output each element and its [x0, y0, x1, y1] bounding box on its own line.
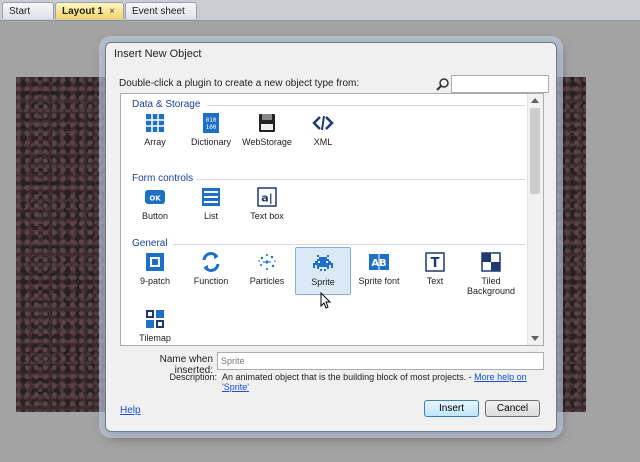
plugin-label: 9-patch [139, 276, 171, 286]
tab-layout-1[interactable]: Layout 1 × [55, 2, 124, 19]
plugin-tiled-background[interactable]: Tiled Background [463, 247, 519, 299]
plugin-label: Array [144, 137, 166, 147]
sprite-icon [313, 255, 333, 271]
icon-glyph: a| [261, 192, 272, 205]
icon-glyph: OK [149, 195, 161, 203]
plugin-function[interactable]: Function [183, 247, 239, 295]
plugin-label: WebStorage [242, 137, 292, 147]
insert-button[interactable]: Insert [424, 400, 479, 417]
help-link[interactable]: Help [120, 405, 141, 416]
xml-icon [312, 115, 334, 131]
insert-new-object-dialog: Insert New Object Double-click a plugin … [105, 42, 557, 432]
description-label: Description: [169, 372, 217, 382]
svg-text:010: 010 [206, 117, 217, 124]
scrollbar-thumb[interactable] [530, 108, 540, 194]
text-icon: T [425, 252, 445, 272]
function-icon [202, 252, 220, 272]
tab-label: Layout 1 [62, 6, 104, 17]
scroll-up-icon[interactable] [531, 98, 539, 103]
scroll-down-icon[interactable] [531, 336, 539, 341]
plugin-dictionary[interactable]: 010 100 Dictionary [183, 108, 239, 156]
plugin-label: Text box [250, 211, 284, 221]
nine-patch-icon [146, 253, 164, 271]
dictionary-icon: 010 100 [203, 113, 219, 133]
plugin-label: Sprite font [358, 276, 400, 286]
divider [173, 244, 525, 245]
description-text: An animated object that is the building … [222, 372, 467, 382]
plugin-label: Particles [249, 276, 285, 286]
plugin-array[interactable]: Array [127, 108, 183, 156]
webstorage-icon [259, 114, 275, 132]
mouse-pointer-icon [320, 292, 332, 309]
plugin-label: Function [193, 276, 229, 286]
plugin-label: Tiled Background [466, 276, 516, 296]
svg-text:100: 100 [206, 124, 217, 131]
plugin-label: Sprite [311, 277, 335, 287]
tab-event-sheet-1[interactable]: Event sheet 1 [125, 2, 197, 34]
plugin-9-patch[interactable]: 9-patch [127, 247, 183, 295]
divider [207, 105, 525, 106]
button-icon: OK [145, 190, 165, 204]
search-icon [436, 78, 449, 91]
textbox-icon: a| [257, 187, 277, 207]
plugin-label: Dictionary [190, 137, 231, 147]
name-when-inserted-input[interactable] [217, 352, 544, 370]
plugin-text[interactable]: T Text [407, 247, 463, 295]
plugin-xml[interactable]: XML [295, 108, 351, 156]
tilemap-icon [146, 310, 164, 328]
instruction-text: Double-click a plugin to create a new ob… [119, 78, 360, 89]
sprite-font-icon: AB [369, 254, 389, 270]
plugin-tilemap[interactable]: Tilemap [127, 304, 183, 345]
plugin-text-box[interactable]: a| Text box [239, 182, 295, 230]
plugin-label: Button [141, 211, 169, 221]
plugin-particles[interactable]: Particles [239, 247, 295, 295]
plugin-sprite-font[interactable]: AB Sprite font [351, 247, 407, 295]
search-input[interactable] [451, 75, 549, 93]
icon-glyph: T [431, 256, 440, 271]
document-tab-bar: Start page Layout 1 × Event sheet 1 [0, 0, 640, 34]
plugin-label: List [203, 211, 218, 221]
tab-start-page[interactable]: Start page [2, 2, 54, 34]
plugin-label: XML [313, 137, 333, 147]
description-separator: - [466, 372, 475, 382]
particles-icon [258, 254, 276, 270]
dialog-title: Insert New Object [114, 48, 202, 60]
tiled-background-icon [481, 252, 501, 272]
plugin-webstorage[interactable]: WebStorage [239, 108, 295, 156]
plugin-label: Tilemap [139, 333, 171, 343]
plugin-list-scrollbar[interactable] [527, 94, 543, 345]
array-icon [146, 114, 164, 132]
divider [197, 179, 525, 180]
plugin-label: Text [426, 276, 444, 286]
description: An animated object that is the building … [222, 372, 556, 392]
plugin-list-control[interactable]: List [183, 182, 239, 230]
icon-glyph: AB [371, 258, 386, 269]
tab-close-icon[interactable]: × [109, 6, 115, 17]
plugin-button[interactable]: OK Button [127, 182, 183, 230]
plugin-sprite[interactable]: Sprite [295, 247, 351, 295]
cancel-button[interactable]: Cancel [485, 400, 540, 417]
list-icon [202, 188, 220, 206]
